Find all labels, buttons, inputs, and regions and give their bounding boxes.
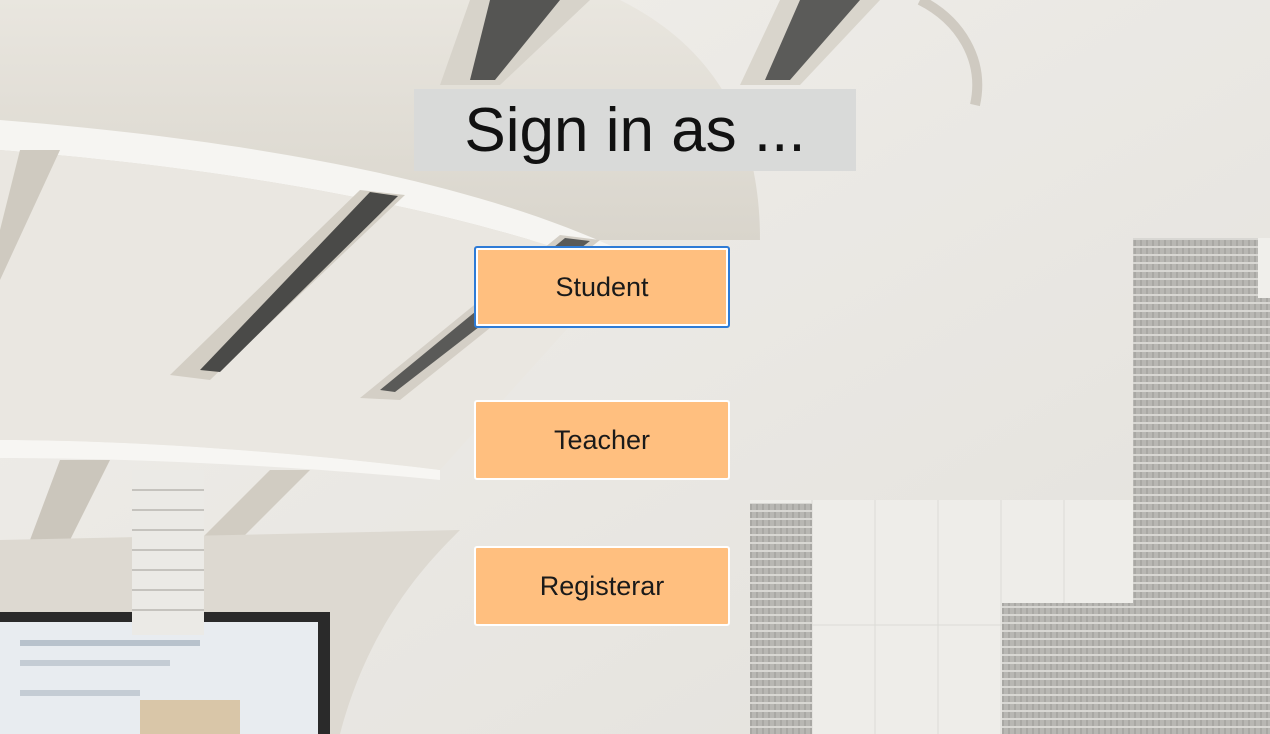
- title-banner: Sign in as ...: [414, 89, 856, 171]
- register-button[interactable]: Registerar: [474, 546, 730, 626]
- teacher-button[interactable]: Teacher: [474, 400, 730, 480]
- sign-in-window: Sign in as ... Student Teacher Registera…: [0, 0, 1270, 734]
- student-button[interactable]: Student: [474, 246, 730, 328]
- page-title: Sign in as ...: [464, 95, 806, 165]
